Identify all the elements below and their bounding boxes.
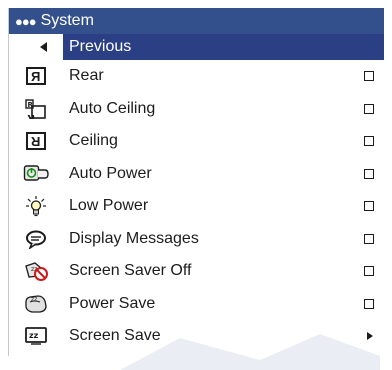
auto-power-icon [23, 165, 49, 181]
low-power-checkbox[interactable] [364, 201, 374, 212]
svg-text:zz: zz [31, 296, 37, 303]
menu-item-rear[interactable]: R Rear [9, 60, 384, 93]
menu-item-label: Ceiling [69, 132, 118, 150]
menu-item-label: Power Save [69, 294, 156, 312]
svg-text:R: R [27, 112, 35, 119]
screen-save-icon: zz [25, 327, 47, 345]
submenu-arrow-icon [367, 332, 373, 341]
menu-item-power-save[interactable]: zz Power Save [9, 288, 384, 321]
screen-saver-off-checkbox[interactable] [364, 266, 374, 277]
ceiling-checkbox[interactable] [364, 136, 374, 147]
speech-bubble-icon [26, 230, 46, 249]
display-messages-checkbox[interactable] [364, 233, 374, 244]
screen-saver-off-icon: zz [25, 262, 48, 282]
menu-title: System [40, 12, 94, 29]
menu-item-label: Auto Ceiling [69, 99, 156, 117]
menu-item-screen-save[interactable]: zz Screen Save [9, 320, 384, 353]
menu-item-label: Low Power [69, 197, 149, 215]
menu-item-auto-ceiling[interactable]: R R Auto Ceiling [9, 93, 384, 126]
rear-checkbox[interactable] [364, 71, 374, 82]
auto-power-checkbox[interactable] [364, 168, 374, 179]
auto-ceiling-icon: R R [25, 99, 46, 119]
menu-title-bar: ●●● System [9, 8, 384, 34]
title-dots: ●●● [15, 13, 37, 29]
menu-item-ceiling[interactable]: R Ceiling [9, 125, 384, 158]
menu-item-display-messages[interactable]: Display Messages [9, 223, 384, 256]
power-save-icon: zz [25, 295, 47, 313]
power-save-checkbox[interactable] [364, 298, 374, 309]
previous-item[interactable]: Previous [9, 34, 384, 60]
svg-text:zz: zz [29, 331, 39, 340]
back-arrow-icon [9, 42, 63, 52]
menu-item-label: Screen Save [69, 327, 161, 345]
menu-item-label: Rear [69, 67, 104, 85]
menu-item-label: Screen Saver Off [69, 262, 192, 280]
previous-label: Previous [69, 38, 132, 55]
menu-item-label: Auto Power [69, 164, 152, 182]
lamp-icon [26, 196, 46, 217]
menu-item-auto-power[interactable]: Auto Power [9, 158, 384, 191]
rear-projection-icon: R [26, 67, 46, 86]
menu-item-low-power[interactable]: Low Power [9, 190, 384, 223]
menu-item-label: Display Messages [69, 229, 199, 247]
menu-item-screen-saver-off[interactable]: zz Screen Saver Off [9, 255, 384, 288]
ceiling-icon: R [26, 132, 46, 151]
auto-ceiling-checkbox[interactable] [364, 103, 374, 114]
system-menu: ●●● System Previous R Rear R R Auto Ceil… [8, 8, 384, 356]
